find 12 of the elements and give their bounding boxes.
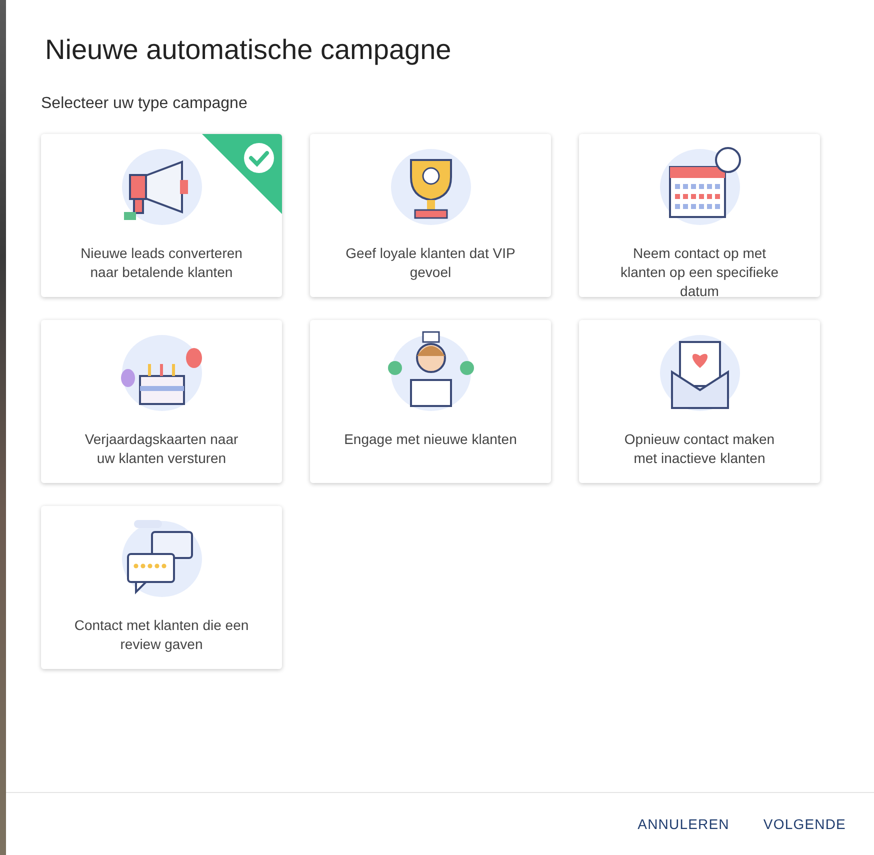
campaign-card[interactable]: Verjaardagskaarten naar uw klanten versturen <box>41 320 282 483</box>
footer-button[interactable]: VOLGENDE <box>753 808 856 840</box>
campaign-card[interactable]: Contact met klanten die een review gaven <box>41 506 282 669</box>
dialog-title: Nieuwe automatische campagne <box>45 34 452 66</box>
campaign-card[interactable]: Nieuwe leads converteren naar betalende klanten <box>41 134 282 297</box>
campaign-card[interactable]: Neem contact op met klanten op een specifieke datum <box>579 134 820 297</box>
campaign-card[interactable]: Geef loyale klanten dat VIP gevoel <box>310 134 551 297</box>
subtitle: Selecteer uw type campagne <box>41 95 248 113</box>
footer-button[interactable]: ANNULEREN <box>628 808 740 840</box>
campaign-card[interactable]: Opnieuw contact maken met inactieve klanten <box>579 320 820 483</box>
campaign-card[interactable]: Engage met nieuwe klanten <box>310 320 551 483</box>
checkmark-icon <box>202 134 282 214</box>
